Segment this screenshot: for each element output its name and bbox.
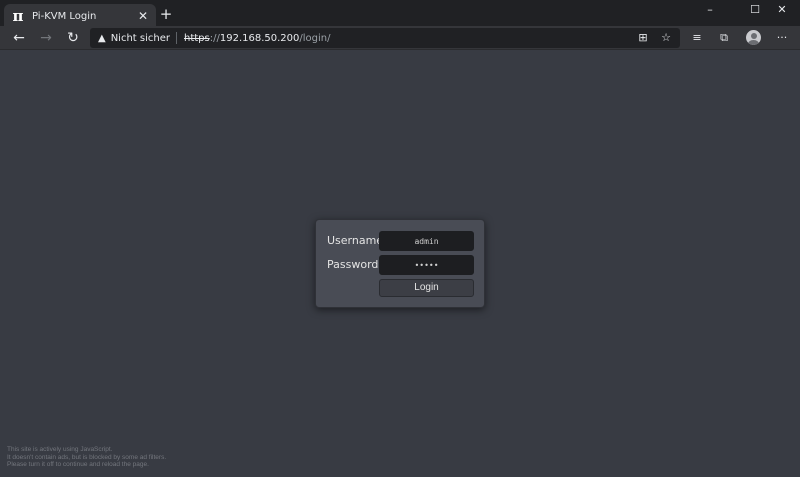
notice-line: This site is actively using JavaScript. — [7, 446, 113, 453]
username-input[interactable] — [379, 231, 474, 251]
url-host: 192.168.50.200 — [219, 32, 300, 44]
notice-line: It doesn't contain ads, but is blocked b… — [7, 453, 167, 461]
address-separator — [176, 32, 177, 44]
javascript-notice: This site is actively using JavaScript. … — [7, 446, 166, 469]
pikvm-favicon-icon: π — [12, 7, 24, 25]
new-tab-button[interactable]: + — [158, 5, 174, 23]
forward-arrow-icon[interactable]: → — [37, 29, 55, 47]
security-label[interactable]: Nicht sicher — [111, 33, 170, 44]
password-label: Password: — [327, 258, 383, 271]
url-slashes: :// — [209, 32, 220, 44]
address-bar[interactable]: ▲ Nicht sicher https://192.168.50.200/lo… — [90, 28, 680, 48]
favorites-list-icon[interactable]: ≡ — [689, 30, 705, 46]
username-label: Username: — [327, 234, 387, 247]
profile-avatar[interactable] — [746, 30, 761, 45]
window-close-button[interactable]: ✕ — [764, 0, 800, 20]
reload-icon[interactable]: ↻ — [64, 29, 82, 47]
login-form: Username: Password: Login — [315, 219, 485, 308]
url-scheme: https — [184, 32, 210, 44]
close-icon[interactable]: ✕ — [136, 9, 150, 23]
page-viewport: Username: Password: Login This site is a… — [0, 50, 800, 477]
login-button[interactable]: Login — [379, 279, 474, 297]
back-arrow-icon[interactable]: ← — [10, 29, 28, 47]
warning-triangle-icon[interactable]: ▲ — [98, 33, 106, 44]
more-options-icon[interactable]: ··· — [774, 30, 790, 46]
collections-icon[interactable]: ⧉ — [716, 30, 732, 46]
tab-title: Pi-KVM Login — [32, 10, 97, 22]
read-aloud-icon[interactable]: ⊞ — [636, 31, 650, 45]
tab-strip: π Pi-KVM Login ✕ + – ☐ ✕ — [0, 0, 800, 28]
notice-line: Please turn it off to continue and reloa… — [7, 461, 149, 469]
browser-tab[interactable]: π Pi-KVM Login ✕ — [4, 4, 156, 28]
url-path: /login/ — [299, 32, 331, 44]
minimize-button[interactable]: – — [692, 0, 728, 20]
browser-toolbar: ← → ↻ ▲ Nicht sicher https://192.168.50.… — [0, 26, 800, 50]
password-input[interactable] — [379, 255, 474, 275]
favorite-star-icon[interactable]: ☆ — [659, 31, 673, 45]
